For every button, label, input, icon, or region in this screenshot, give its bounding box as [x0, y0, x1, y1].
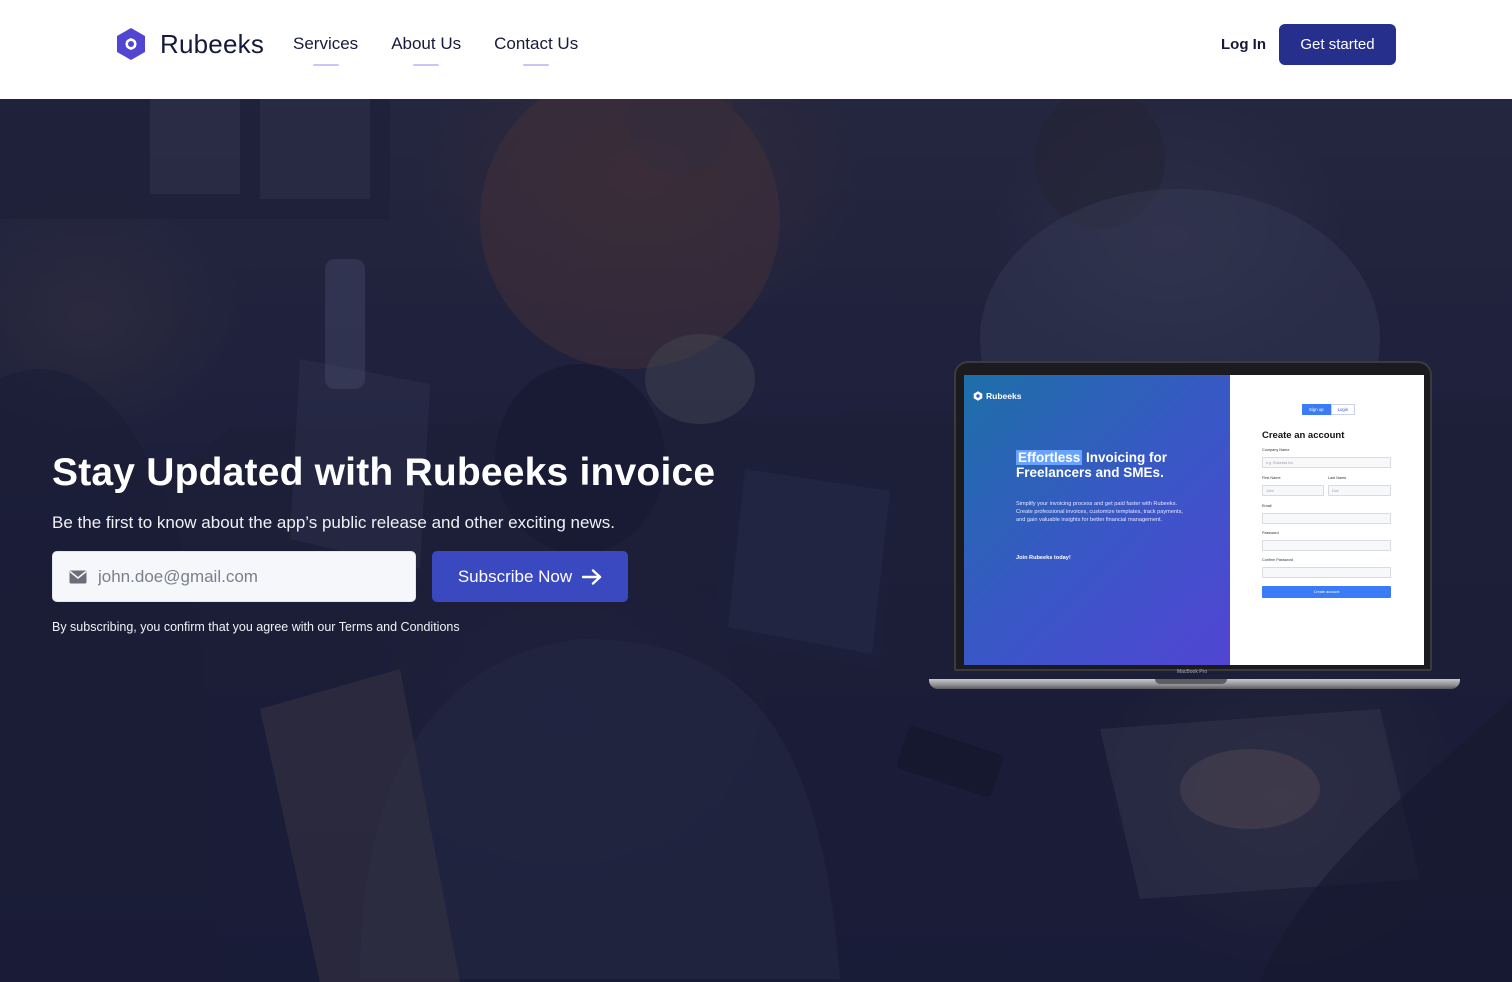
main-nav: Services About Us Contact Us: [293, 34, 579, 66]
nav-link-underline: [413, 64, 440, 66]
terms-notice: By subscribing, you confirm that you agr…: [52, 620, 460, 634]
screen-password-label: Password: [1262, 531, 1279, 535]
brand-logo[interactable]: Rubeeks: [114, 27, 264, 61]
laptop-model-label: MacBook Pro: [1176, 669, 1207, 675]
login-link[interactable]: Log In: [1221, 36, 1266, 53]
screen-join-text: Join Rubeeks today!: [1016, 555, 1071, 561]
screen-headline-line1: Invoicing for: [1082, 450, 1168, 465]
screen-brand-name: Rubeeks: [986, 391, 1022, 401]
nav-link-underline: [523, 64, 550, 66]
laptop-mockup: Rubeeks Effortless Invoicing for Freelan…: [929, 361, 1460, 701]
screen-confirm-input: [1262, 567, 1391, 578]
screen-form-title: Create an account: [1262, 430, 1345, 441]
screen-create-account-button: Create account: [1262, 586, 1391, 598]
screen-first-input: John: [1262, 485, 1324, 496]
laptop-screen: Rubeeks Effortless Invoicing for Freelan…: [964, 375, 1424, 665]
hexagon-logo-icon: [973, 391, 983, 401]
screen-password-input: [1262, 540, 1391, 551]
subscribe-button[interactable]: Subscribe Now: [432, 551, 628, 602]
nav-link-underline: [312, 64, 339, 66]
laptop-lid: Rubeeks Effortless Invoicing for Freelan…: [954, 361, 1432, 671]
screen-promo-panel: Rubeeks Effortless Invoicing for Freelan…: [964, 375, 1230, 665]
nav-link-label: Services: [293, 34, 359, 53]
screen-headline: Effortless Invoicing for Freelancers and…: [1016, 450, 1226, 480]
laptop-notch: [1155, 679, 1227, 684]
screen-tabs: Sign up Login: [1302, 404, 1356, 415]
screen-tab-signup: Sign up: [1302, 404, 1331, 415]
hero-title: Stay Updated with Rubeeks invoice: [52, 451, 716, 494]
top-navbar: Rubeeks Services About Us Contact Us Log…: [0, 0, 1512, 99]
arrow-right-icon: [582, 568, 602, 585]
screen-confirm-label: Confirm Password: [1262, 558, 1294, 562]
nav-link-services[interactable]: Services: [293, 34, 359, 66]
hexagon-logo-icon: [117, 28, 145, 60]
email-input[interactable]: [98, 566, 398, 587]
screen-headline-line2: Freelancers and SMEs.: [1016, 464, 1164, 480]
subscribe-label: Subscribe Now: [457, 566, 573, 586]
screen-signup-form: Sign up Login Create an account Company …: [1230, 375, 1424, 665]
screen-first-label: First Name: [1262, 476, 1281, 480]
mail-icon: [69, 570, 87, 583]
get-started-button[interactable]: Get started: [1279, 24, 1396, 65]
nav-link-label: Contact Us: [494, 34, 579, 53]
screen-email-label: Email: [1262, 504, 1272, 508]
screen-company-label: Company Name: [1262, 448, 1290, 452]
screen-tab-login: Login: [1330, 404, 1356, 415]
screen-last-label: Last Name: [1328, 476, 1347, 480]
screen-company-input: e.g. Rubeeks Inc.: [1262, 457, 1391, 468]
screen-last-input: Doe: [1328, 485, 1391, 496]
screen-email-input: [1262, 513, 1391, 524]
nav-link-about-us[interactable]: About Us: [391, 34, 462, 66]
hero-subtitle: Be the first to know about the app’s pub…: [52, 513, 615, 532]
nav-link-contact-us[interactable]: Contact Us: [494, 34, 579, 66]
screen-brand: Rubeeks: [973, 391, 1021, 401]
hero-section: Stay Updated with Rubeeks invoice Be the…: [0, 99, 1512, 982]
brand-name: Rubeeks: [160, 28, 265, 59]
email-field-container[interactable]: [52, 551, 416, 602]
screen-headline-highlight: Effortless: [1016, 450, 1083, 465]
screen-body-text: Simplify your invoicing process and get …: [1016, 501, 1183, 523]
nav-link-label: About Us: [391, 34, 462, 53]
